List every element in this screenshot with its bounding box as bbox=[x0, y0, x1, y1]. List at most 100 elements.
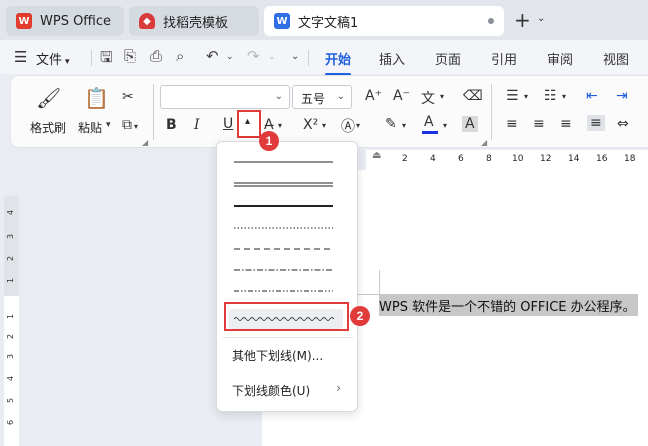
distributed-align-icon[interactable]: ⇔ bbox=[617, 116, 629, 132]
phonetic-guide-icon[interactable]: 文 bbox=[421, 88, 435, 108]
print-icon[interactable]: ⎙ bbox=[150, 47, 162, 65]
new-tab-plus-icon[interactable]: + bbox=[514, 8, 531, 32]
clear-formatting-icon[interactable]: ⌫ bbox=[463, 88, 483, 104]
ruler-number: 3 bbox=[6, 233, 16, 240]
bullet-list-icon[interactable]: ☰ bbox=[506, 88, 519, 104]
horizontal-ruler[interactable]: 2 4 6 8 10 12 14 16 18 bbox=[366, 150, 648, 170]
chevron-down-icon[interactable]: ▾ bbox=[134, 122, 138, 131]
chevron-down-icon[interactable]: ▾ bbox=[322, 121, 326, 130]
ruler-number: 8 bbox=[486, 154, 492, 164]
ruler-number: 12 bbox=[540, 154, 552, 164]
unsaved-dot-icon[interactable] bbox=[488, 18, 494, 24]
underline-options-button[interactable]: ▴ bbox=[237, 110, 261, 138]
paste-label[interactable]: 粘贴 bbox=[78, 119, 102, 136]
tab-home[interactable]: 开始 bbox=[325, 49, 352, 76]
ruler-number: 4 bbox=[430, 154, 436, 164]
underline-icon[interactable]: U bbox=[223, 116, 233, 132]
highlight-color-icon[interactable]: ✎ bbox=[385, 116, 397, 132]
chevron-down-icon[interactable]: ▾ bbox=[524, 92, 528, 101]
tab-docer-templates[interactable]: ◆ 找稻壳模板 bbox=[129, 6, 259, 36]
tab-label: 文字文稿1 bbox=[298, 15, 359, 31]
tab-review[interactable]: 审阅 bbox=[547, 49, 573, 68]
decrease-indent-icon[interactable]: ⇤ bbox=[586, 88, 598, 104]
save-icon[interactable]: 🖫 bbox=[100, 47, 113, 72]
format-painter-icon[interactable]: 🖌 bbox=[36, 86, 61, 110]
tab-label: 找稻壳模板 bbox=[163, 15, 229, 31]
more-quick-access-icon[interactable]: ⌄ bbox=[291, 51, 299, 62]
annotation-badge-2: 2 bbox=[350, 306, 370, 326]
tab-references[interactable]: 引用 bbox=[491, 49, 517, 68]
menu-divider bbox=[223, 337, 353, 338]
export-icon[interactable]: ⎘ bbox=[124, 47, 136, 65]
chevron-down-icon[interactable]: ▾ bbox=[106, 120, 111, 130]
tab-wps-office[interactable]: W WPS Office bbox=[6, 6, 124, 36]
tab-insert[interactable]: 插入 bbox=[379, 49, 405, 68]
file-menu[interactable]: 文件 ▾ bbox=[36, 49, 70, 68]
chevron-down-icon[interactable]: ⌄ bbox=[268, 52, 276, 62]
font-size-value: 五号 bbox=[301, 92, 326, 106]
ruler-number: 4 bbox=[6, 209, 16, 216]
chevron-down-icon[interactable]: ▾ bbox=[402, 121, 406, 130]
justify-icon[interactable]: ≡ bbox=[587, 115, 605, 131]
decrease-font-size-icon[interactable]: A⁻ bbox=[393, 88, 410, 104]
font-name-select[interactable]: ⌄ bbox=[160, 85, 290, 109]
increase-indent-icon[interactable]: ⇥ bbox=[616, 88, 628, 104]
undo-icon[interactable]: ↶ bbox=[206, 47, 219, 65]
hamburger-menu-icon[interactable]: ☰ bbox=[14, 48, 27, 66]
ruler-number: 16 bbox=[596, 154, 608, 164]
dialog-launcher-icon[interactable]: ◢ bbox=[481, 138, 487, 147]
indent-marker-icon[interactable]: ⏏ bbox=[372, 150, 381, 161]
increase-font-size-icon[interactable]: A⁺ bbox=[365, 88, 382, 104]
chevron-right-icon: › bbox=[336, 381, 341, 395]
divider bbox=[153, 84, 154, 140]
align-center-icon[interactable]: ≡ bbox=[533, 116, 545, 132]
annotation-highlight-box bbox=[224, 302, 349, 331]
chevron-down-icon[interactable]: ▾ bbox=[443, 121, 447, 130]
font-size-select[interactable]: 五号 ⌄ bbox=[292, 85, 352, 109]
cut-icon[interactable]: ✂ bbox=[122, 89, 134, 105]
tab-page[interactable]: 页面 bbox=[435, 49, 461, 68]
font-color-icon[interactable]: A bbox=[424, 114, 434, 130]
align-right-icon[interactable]: ≡ bbox=[560, 116, 572, 132]
format-painter-label[interactable]: 格式刷 bbox=[30, 119, 66, 136]
tab-document-1[interactable]: W 文字文稿1 bbox=[264, 6, 504, 36]
align-left-icon[interactable]: ≡ bbox=[506, 116, 518, 132]
chevron-up-icon: ▴ bbox=[245, 116, 251, 127]
file-menu-label: 文件 bbox=[36, 53, 63, 68]
divider bbox=[491, 84, 492, 140]
annotation-badge-1: 1 bbox=[259, 131, 279, 151]
numbered-list-icon[interactable]: ☷ bbox=[544, 88, 557, 104]
ruler-number: 4 bbox=[6, 375, 16, 382]
ruler-number: 1 bbox=[6, 277, 16, 284]
chevron-down-icon[interactable]: ▾ bbox=[440, 92, 444, 101]
chevron-down-icon[interactable]: ⌄ bbox=[226, 52, 234, 62]
underline-color-item[interactable]: 下划线颜色(U) bbox=[232, 382, 310, 399]
bold-icon[interactable]: B bbox=[166, 117, 177, 133]
print-preview-icon[interactable]: ⌕ bbox=[176, 47, 184, 65]
superscript-icon[interactable]: X² bbox=[303, 117, 318, 133]
vertical-ruler[interactable]: 4 3 2 1 1 2 3 4 5 6 bbox=[4, 196, 19, 446]
copy-icon[interactable]: ⧉ bbox=[122, 117, 132, 133]
chevron-down-icon[interactable]: ▾ bbox=[278, 121, 282, 130]
margin-corner-mark bbox=[379, 270, 380, 294]
tab-view[interactable]: 视图 bbox=[603, 49, 629, 68]
chevron-down-icon[interactable]: ▾ bbox=[562, 92, 566, 101]
selected-document-text[interactable]: WPS 软件是一个不错的 OFFICE 办公程序。 bbox=[379, 294, 638, 316]
ruler-number: 10 bbox=[512, 154, 524, 164]
ruler-number: 6 bbox=[6, 419, 16, 426]
dialog-launcher-icon[interactable]: ◢ bbox=[142, 138, 148, 147]
redo-icon[interactable]: ↷ bbox=[247, 47, 260, 65]
ruler-number: 1 bbox=[6, 313, 16, 320]
chevron-down-icon: ⌄ bbox=[336, 91, 345, 102]
chevron-down-icon: ⌄ bbox=[274, 91, 283, 102]
paste-icon[interactable]: 📋 bbox=[84, 86, 109, 110]
character-shading-icon[interactable]: A bbox=[462, 116, 478, 132]
italic-icon[interactable]: I bbox=[194, 117, 200, 133]
text-effects-icon[interactable]: Ⓐ bbox=[341, 116, 355, 136]
more-underlines-item[interactable]: 其他下划线(M)... bbox=[232, 347, 323, 364]
underline-style-dropdown: 其他下划线(M)... 下划线颜色(U) › bbox=[216, 141, 358, 412]
chevron-down-icon[interactable]: ▾ bbox=[356, 121, 360, 130]
divider bbox=[308, 50, 309, 66]
chevron-down-icon[interactable]: ⌄ bbox=[537, 13, 545, 24]
ruler-number: 2 bbox=[6, 333, 16, 340]
